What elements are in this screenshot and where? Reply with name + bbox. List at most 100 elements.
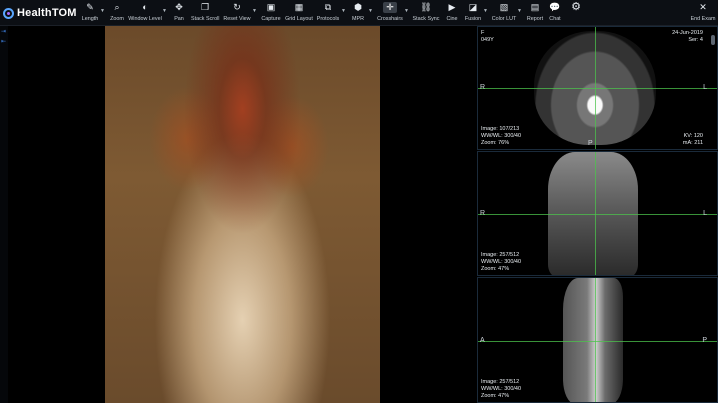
chat-button[interactable]: 💬 Chat xyxy=(548,2,562,24)
tool-label: Stack Scroll xyxy=(191,16,220,22)
window-level: WW/WL: 300/40 xyxy=(481,133,522,139)
reset-view-button[interactable]: ↻ Reset View xyxy=(223,2,251,24)
pan-icon: ✥ xyxy=(175,2,183,12)
viewport-scrollbar[interactable] xyxy=(711,35,715,45)
logo-icon xyxy=(3,7,14,19)
mpr-button[interactable]: ⬢ MPR xyxy=(350,2,366,24)
tool-label: Report xyxy=(526,16,544,22)
tool-label: Cine xyxy=(446,16,458,22)
chevron-down-icon[interactable]: ▼ xyxy=(404,8,409,14)
fusion-icon: ◪ xyxy=(468,2,478,12)
orientation-right: L xyxy=(703,210,707,217)
image-index: Image: 107/213 xyxy=(481,126,520,132)
brand-logo[interactable]: HealthTOM xyxy=(3,5,77,21)
patient-age: 049Y xyxy=(481,37,494,43)
contrast-icon: ◐ xyxy=(142,2,148,12)
stack-icon: ❐ xyxy=(200,2,210,12)
crosshair-horizontal[interactable] xyxy=(478,341,717,342)
study-date: 24-Jun-2019 xyxy=(672,30,703,36)
expand-arrow-icon[interactable]: ⇥ xyxy=(1,28,6,35)
coronal-viewport[interactable]: Image: 257/512 WW/WL: 300/40 Zoom: 47% R… xyxy=(477,151,718,276)
capture-button[interactable]: ▣ Capture xyxy=(260,2,282,24)
patient-info-overlay: F 049Y xyxy=(481,30,494,44)
chevron-down-icon[interactable]: ▼ xyxy=(517,8,522,14)
chevron-down-icon[interactable]: ▼ xyxy=(252,8,257,14)
orientation-right: L xyxy=(703,84,707,91)
crosshair-horizontal[interactable] xyxy=(478,214,717,215)
chevron-down-icon[interactable]: ▼ xyxy=(162,8,167,14)
tool-label: Crosshairs xyxy=(377,16,403,22)
cine-button[interactable]: ▶ Cine xyxy=(444,2,460,24)
chevron-down-icon[interactable]: ▼ xyxy=(341,8,346,14)
crosshair-vertical[interactable] xyxy=(595,152,596,275)
pencil-icon: ✎ xyxy=(86,2,94,12)
window-level: WW/WL: 300/40 xyxy=(481,259,522,265)
window-level-tool-button[interactable]: ◐ Window Level xyxy=(128,2,162,24)
crosshairs-tool-button[interactable]: ✛ Crosshairs xyxy=(376,2,404,24)
acquisition-info-overlay: KV: 120 mA: 211 xyxy=(683,133,703,147)
tool-label: Grid Layout xyxy=(285,16,313,22)
image-info-overlay: Image: 257/512 WW/WL: 300/40 Zoom: 47% xyxy=(481,252,521,273)
settings-button[interactable]: ⚙ xyxy=(568,2,584,24)
end-exam-button[interactable]: ✕ End Exam xyxy=(690,2,716,24)
crosshair-vertical[interactable] xyxy=(595,27,596,149)
zoom-icon: ⌕ xyxy=(114,2,120,12)
close-icon: ✕ xyxy=(699,2,707,12)
tool-label: Chat xyxy=(549,16,561,22)
stack-sync-button[interactable]: ⛓ Stack Sync xyxy=(412,2,440,24)
image-index: Image: 257/512 xyxy=(481,379,520,385)
tool-label: MPR xyxy=(352,16,364,22)
tool-label: Reset View xyxy=(223,16,251,22)
ma-value: mA: 211 xyxy=(682,140,703,146)
sagittal-viewport[interactable]: Image: 257/512 WW/WL: 300/40 Zoom: 47% A… xyxy=(477,277,718,403)
orientation-left: R xyxy=(480,210,486,217)
study-info-overlay: 24-Jun-2019 Ser: 4 xyxy=(672,30,703,44)
tool-label: Capture xyxy=(261,16,281,22)
collapse-arrow-icon[interactable]: ⇤ xyxy=(1,38,6,45)
image-info-overlay: Image: 257/512 WW/WL: 300/40 Zoom: 47% xyxy=(481,379,521,400)
tool-label: Pan xyxy=(174,16,184,22)
main-3d-viewport[interactable] xyxy=(9,26,476,403)
axial-viewport[interactable]: F 049Y 24-Jun-2019 Ser: 4 Image: 107/213… xyxy=(477,26,718,150)
crosshair-horizontal[interactable] xyxy=(478,88,717,89)
orientation-left: R xyxy=(480,84,486,91)
camera-icon: ▣ xyxy=(266,2,276,12)
tool-label: Window Level xyxy=(128,16,162,22)
fusion-button[interactable]: ◪ Fusion xyxy=(463,2,483,24)
crosshairs-icon: ✛ xyxy=(383,2,397,13)
chevron-down-icon[interactable]: ▼ xyxy=(483,8,488,14)
chat-icon: 💬 xyxy=(549,2,561,12)
brand-name: HealthTOM xyxy=(17,7,77,19)
left-side-strip: ⇥ ⇤ xyxy=(0,26,8,403)
tool-label: Zoom xyxy=(110,16,124,22)
chevron-down-icon[interactable]: ▼ xyxy=(368,8,373,14)
main-toolbar: HealthTOM ✎ Length ▼ ⌕ Zoom ◐ Window Lev… xyxy=(0,0,718,26)
stack-scroll-tool-button[interactable]: ❐ Stack Scroll xyxy=(191,2,219,24)
protocols-button[interactable]: ⧉ Protocols xyxy=(316,2,340,24)
gear-icon: ⚙ xyxy=(571,1,581,13)
image-info-overlay: Image: 107/213 WW/WL: 300/40 Zoom: 76% xyxy=(481,126,521,147)
zoom-level: Zoom: 47% xyxy=(481,393,510,399)
grid-icon: ▦ xyxy=(294,2,304,12)
volume-rendering-image xyxy=(105,26,380,403)
reset-icon: ↻ xyxy=(233,2,241,12)
report-icon: ▤ xyxy=(530,2,540,12)
grid-layout-button[interactable]: ▦ Grid Layout xyxy=(285,2,313,24)
orientation-right: P xyxy=(702,337,707,344)
length-tool-button[interactable]: ✎ Length xyxy=(79,2,101,24)
tool-label: Fusion xyxy=(464,16,482,22)
tool-label: Stack Sync xyxy=(412,16,440,22)
chevron-down-icon[interactable]: ▼ xyxy=(100,8,105,14)
pan-tool-button[interactable]: ✥ Pan xyxy=(172,2,186,24)
protocols-icon: ⧉ xyxy=(324,2,332,12)
crosshair-vertical[interactable] xyxy=(595,278,596,402)
zoom-tool-button[interactable]: ⌕ Zoom xyxy=(108,2,126,24)
tool-label: Length xyxy=(81,16,99,22)
orientation-bottom: P xyxy=(588,140,593,147)
report-button[interactable]: ▤ Report xyxy=(526,2,544,24)
cube-icon: ⬢ xyxy=(354,2,362,12)
play-icon: ▶ xyxy=(448,2,456,12)
orientation-left: A xyxy=(480,337,485,344)
color-lut-button[interactable]: ▧ Color LUT xyxy=(491,2,517,24)
series-number: Ser: 4 xyxy=(688,37,703,43)
